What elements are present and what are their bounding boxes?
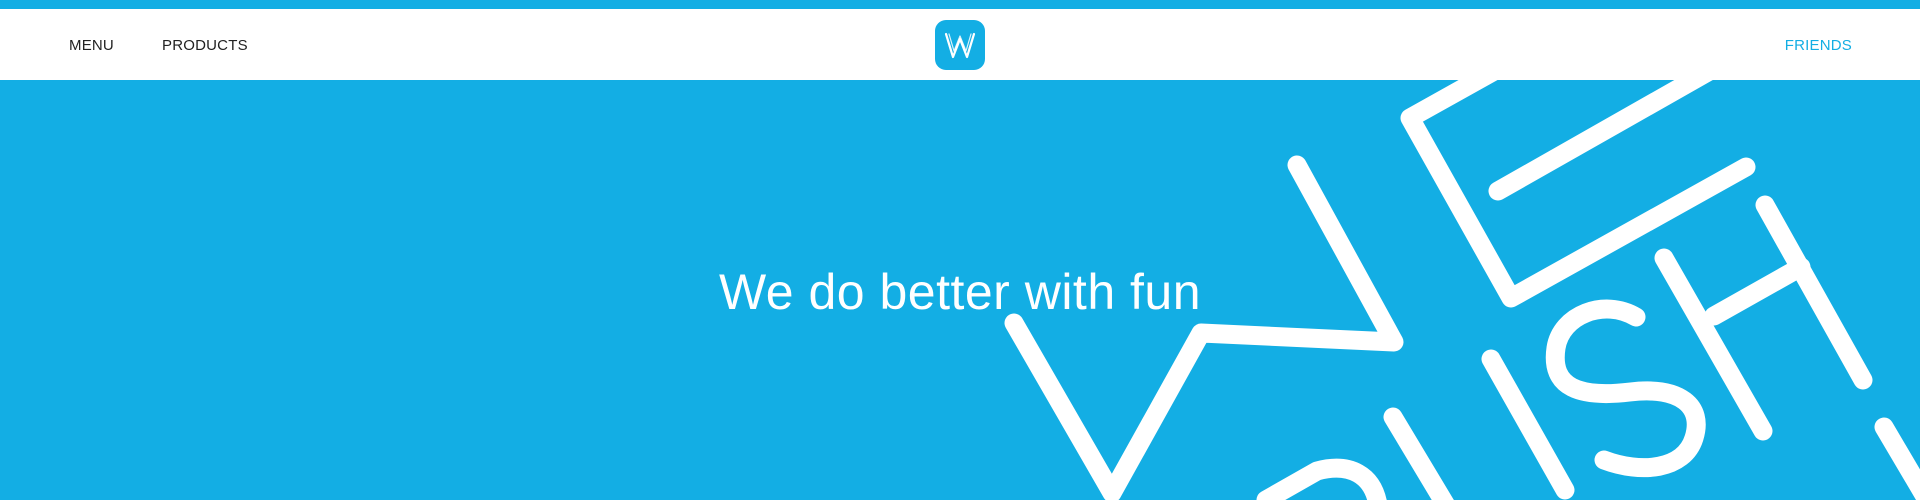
nav-menu-link[interactable]: MENU [69,37,114,54]
w-logo-icon [944,32,976,59]
hero-title: We do better with fun [718,264,1202,320]
navbar: MENU PRODUCTS FRIENDS [0,9,1920,80]
logo[interactable] [935,20,985,70]
top-accent-stripe [0,0,1920,9]
nav-friends-link[interactable]: FRIENDS [1785,37,1852,54]
hero-banner: We do better with fun [0,80,1920,500]
nav-products-link[interactable]: PRODUCTS [162,37,248,54]
